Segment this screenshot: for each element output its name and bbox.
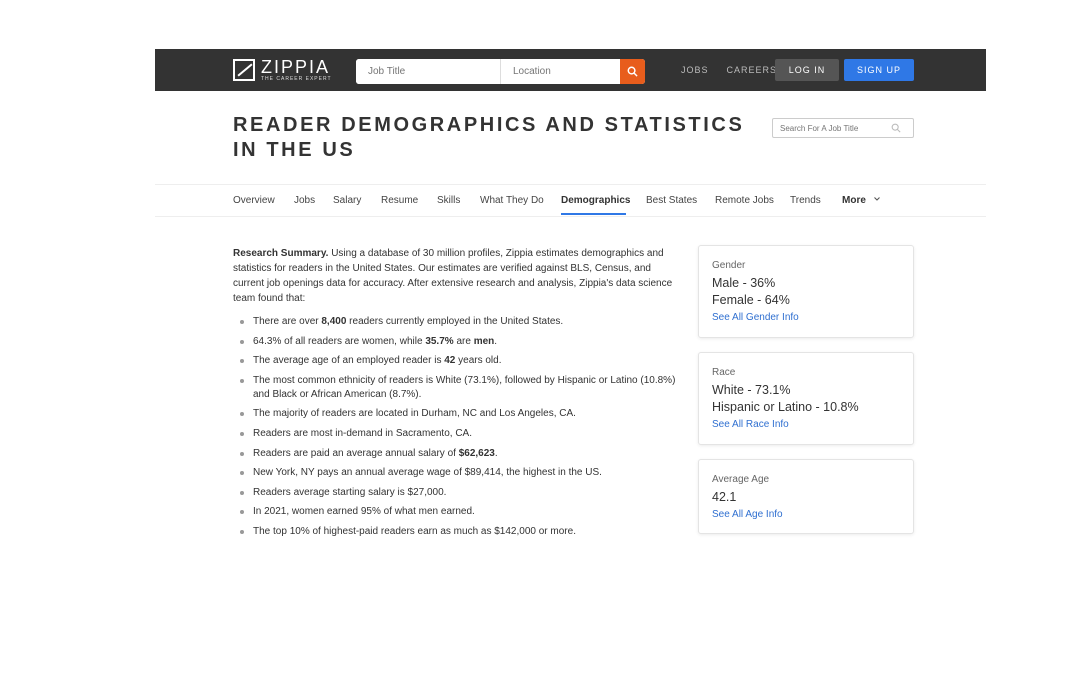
card-value: Hispanic or Latino - 10.8% — [712, 400, 859, 414]
see-all-age-link[interactable]: See All Age Info — [712, 509, 900, 520]
tab-more[interactable]: More — [842, 195, 881, 206]
top-navbar: ZIPPIA THE CAREER EXPERT JOBS CAREERS LO… — [155, 49, 986, 91]
list-item: There are over 8,400 readers currently e… — [240, 315, 680, 329]
gender-card: Gender Male - 36% Female - 64% See All G… — [698, 245, 914, 338]
location-input[interactable] — [501, 59, 620, 84]
nav-careers-link[interactable]: CAREERS — [727, 65, 778, 75]
tab-salary[interactable]: Salary — [333, 195, 361, 206]
search-button[interactable] — [620, 59, 645, 84]
list-item: Readers are most in-demand in Sacramento… — [240, 427, 680, 441]
list-item: Readers average starting salary is $27,0… — [240, 486, 680, 500]
race-card: Race White - 73.1% Hispanic or Latino - … — [698, 352, 914, 445]
summary-bullet-list: There are over 8,400 readers currently e… — [240, 315, 680, 545]
tab-remote-jobs[interactable]: Remote Jobs — [715, 195, 774, 206]
list-item: The most common ethnicity of readers is … — [240, 374, 680, 402]
header-search — [356, 59, 645, 84]
see-all-race-link[interactable]: See All Race Info — [712, 419, 900, 430]
card-value: Male - 36% — [712, 276, 776, 290]
active-tab-indicator — [561, 213, 626, 215]
list-item: New York, NY pays an annual average wage… — [240, 466, 680, 480]
header-nav: JOBS CAREERS — [681, 65, 777, 75]
page-title: READER DEMOGRAPHICS AND STATISTICS IN TH… — [233, 114, 745, 161]
card-label: Race — [712, 367, 736, 378]
tab-what-they-do[interactable]: What They Do — [480, 195, 544, 206]
tab-resume[interactable]: Resume — [381, 195, 418, 206]
summary-heading: Research Summary. — [233, 248, 329, 259]
signup-button[interactable]: SIGN UP — [844, 59, 914, 81]
zippia-logo-icon — [233, 59, 255, 81]
tab-more-label: More — [842, 195, 866, 206]
tab-demographics[interactable]: Demographics — [561, 195, 630, 206]
card-label: Gender — [712, 260, 746, 271]
search-icon[interactable] — [891, 123, 901, 133]
tab-jobs[interactable]: Jobs — [294, 195, 315, 206]
see-all-gender-link[interactable]: See All Gender Info — [712, 312, 900, 323]
logo-name: ZIPPIA — [261, 57, 331, 77]
zippia-logo[interactable]: ZIPPIA THE CAREER EXPERT — [233, 58, 332, 82]
logo-tagline: THE CAREER EXPERT — [261, 76, 332, 82]
list-item: The majority of readers are located in D… — [240, 407, 680, 421]
list-item: 64.3% of all readers are women, while 35… — [240, 335, 680, 349]
job-title-search-box[interactable] — [772, 118, 914, 138]
login-button[interactable]: LOG IN — [775, 59, 839, 81]
list-item: Readers are paid an average annual salar… — [240, 447, 680, 461]
section-tabs: Overview Jobs Salary Resume Skills What … — [155, 184, 986, 217]
job-title-search-input[interactable] — [773, 123, 891, 133]
nav-jobs-link[interactable]: JOBS — [681, 65, 709, 75]
card-label: Average Age — [712, 474, 770, 485]
tab-overview[interactable]: Overview — [233, 195, 275, 206]
tab-skills[interactable]: Skills — [437, 195, 460, 206]
card-value: 42.1 — [712, 490, 737, 504]
tab-trends[interactable]: Trends — [790, 195, 821, 206]
research-summary: Research Summary. Using a database of 30… — [233, 246, 679, 306]
card-value: White - 73.1% — [712, 383, 791, 397]
list-item: In 2021, women earned 95% of what men ea… — [240, 505, 680, 519]
job-title-input[interactable] — [356, 59, 501, 84]
search-icon — [627, 66, 638, 77]
average-age-card: Average Age 42.1 See All Age Info — [698, 459, 914, 534]
tab-best-states[interactable]: Best States — [646, 195, 697, 206]
chevron-down-icon — [873, 197, 880, 201]
card-value: Female - 64% — [712, 293, 790, 307]
list-item: The average age of an employed reader is… — [240, 354, 680, 368]
list-item: The top 10% of highest-paid readers earn… — [240, 525, 680, 539]
